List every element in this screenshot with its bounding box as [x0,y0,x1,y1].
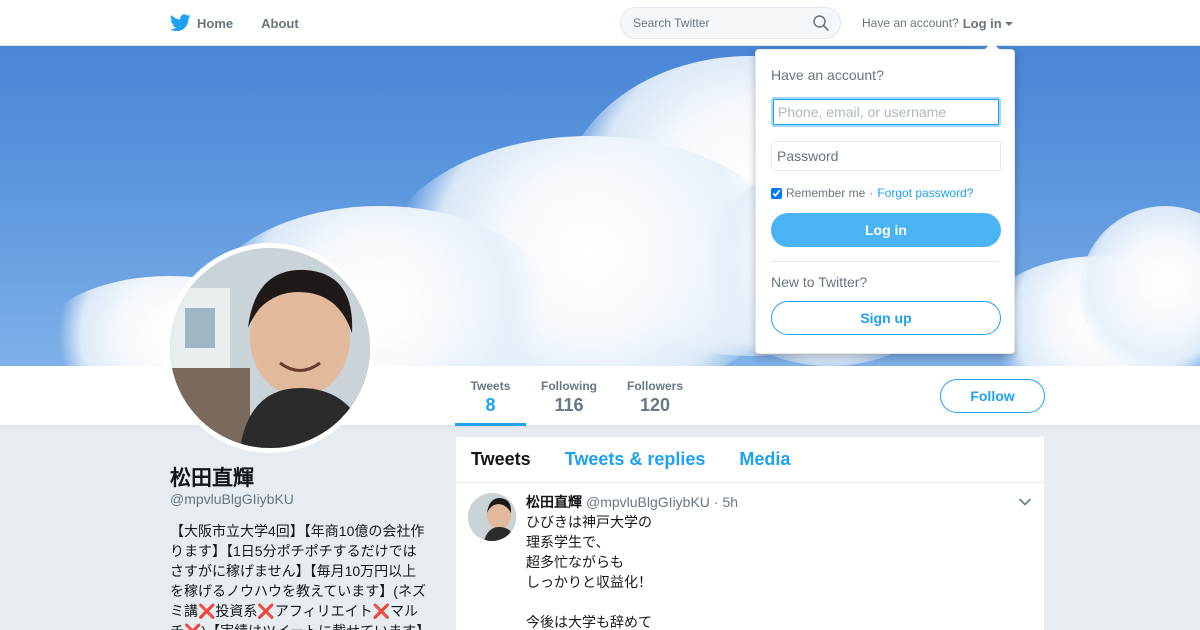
profile-handle[interactable]: @mpvluBlgGIiybKU [170,491,294,507]
remember-row: Remember me · Forgot password? [771,186,999,200]
remember-me-label[interactable]: Remember me [786,186,865,200]
stat-following[interactable]: Following 116 [536,366,602,426]
login-dropdown-toggle[interactable]: Log in [963,16,1013,31]
stat-following-value: 116 [554,395,584,415]
nav-about-label: About [261,15,299,31]
chevron-down-icon[interactable] [1018,495,1032,509]
stat-tweets-value: 8 [485,395,496,415]
signup-button[interactable]: Sign up [771,301,1001,335]
tweet-header: 松田直輝 @mpvluBlgGIiybKU · 5h [526,492,738,512]
avatar-illustration [170,248,370,448]
have-account-text: Have an account? [862,16,959,30]
remember-separator: · [869,186,874,200]
nav-about[interactable]: About [261,16,299,31]
tweet-avatar[interactable] [468,493,516,541]
stat-followers[interactable]: Followers 120 [622,366,688,426]
tab-tweets[interactable]: Tweets [471,449,531,470]
stat-followers-label: Followers [626,379,683,393]
follow-button[interactable]: Follow [940,379,1045,413]
profile-avatar[interactable] [165,243,375,453]
tweet-avatar-illustration [468,493,516,541]
search-input[interactable] [633,16,803,30]
login-dropdown-title: Have an account? [771,67,884,83]
password-field[interactable] [771,141,1001,171]
nav-left: Home About [170,0,299,46]
twitter-bird-icon [170,14,191,32]
forgot-password-link[interactable]: Forgot password? [877,186,973,200]
stat-tweets-label: Tweets [470,379,511,393]
avatar-photo [170,248,370,448]
nav-home-label: Home [197,15,234,31]
timeline-tabs: Tweets Tweets & replies Media [456,437,1044,483]
timeline: Tweets Tweets & replies Media 松田直輝 @mpvl… [456,437,1044,630]
tweet-item[interactable]: 松田直輝 @mpvluBlgGIiybKU · 5h ひびきは神戸大学の 理系学… [456,483,1044,630]
login-button[interactable]: Log in [771,213,1001,247]
stat-tweets[interactable]: Tweets 8 [455,366,526,426]
stat-following-label: Following [541,379,597,393]
login-toggle-label: Log in [962,15,1002,31]
top-navigation-bar: Home About Have an account? Log in [0,0,1200,46]
search-box [620,7,841,39]
tab-media[interactable]: Media [739,449,790,470]
dropdown-divider [771,261,999,262]
account-area: Have an account? Log in [862,0,1013,46]
new-to-twitter-text: New to Twitter? [771,274,868,290]
nav-home[interactable]: Home [170,14,233,32]
login-dropdown: Have an account? Remember me · Forgot pa… [755,42,1015,354]
caret-down-icon [1004,22,1013,26]
tab-tweets-replies[interactable]: Tweets & replies [565,449,706,470]
username-field[interactable] [771,97,1001,127]
profile-bio: 【大阪市立大学4回】【年商10億の会社作ります】【1日5分ポチポチするだけではさ… [170,523,430,630]
profile-name[interactable]: 松田直輝 [170,462,254,492]
search-icon[interactable] [812,14,830,32]
tweet-text: ひびきは神戸大学の 理系学生で、 超多忙ながらも しっかりと収益化！ 今後は大学… [526,514,652,630]
stat-followers-value: 120 [639,395,671,415]
remember-me-checkbox[interactable] [771,187,782,199]
tweet-author-name[interactable]: 松田直輝 [526,492,582,512]
tweet-timestamp[interactable]: · 5h [714,494,738,510]
tweet-author-handle[interactable]: @mpvluBlgGIiybKU [586,494,710,510]
